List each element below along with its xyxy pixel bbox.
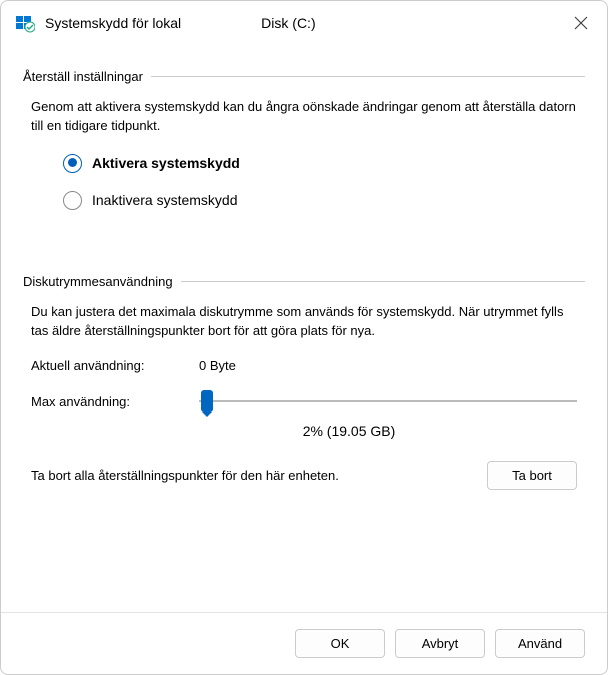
- content-area: Återställ inställningar Genom att aktive…: [1, 41, 607, 612]
- max-usage-row: Max användning:: [31, 389, 577, 413]
- radio-label: Inaktivera systemskydd: [92, 192, 238, 208]
- disk-usage-group: Diskutrymmesanvändning Du kan justera de…: [23, 274, 585, 499]
- disable-protection-radio[interactable]: Inaktivera systemskydd: [63, 191, 585, 210]
- disk-label: Disk (C:): [261, 15, 315, 31]
- restore-header-label: Återställ inställningar: [23, 69, 143, 84]
- divider: [151, 76, 585, 77]
- delete-row: Ta bort alla återställningspunkter för d…: [31, 461, 577, 490]
- restore-settings-group: Återställ inställningar Genom att aktive…: [23, 69, 585, 260]
- delete-button[interactable]: Ta bort: [487, 461, 577, 490]
- apply-button[interactable]: Använd: [495, 629, 585, 658]
- current-usage-value: 0 Byte: [199, 358, 236, 373]
- dialog-footer: OK Avbryt Använd: [1, 612, 607, 674]
- group-header: Återställ inställningar: [23, 69, 585, 84]
- system-protection-icon: [15, 13, 35, 33]
- current-usage-label: Aktuell användning:: [31, 358, 181, 373]
- current-usage-row: Aktuell användning: 0 Byte: [31, 358, 577, 373]
- ok-button[interactable]: OK: [295, 629, 385, 658]
- usage-header-label: Diskutrymmesanvändning: [23, 274, 173, 289]
- slider-thumb[interactable]: [201, 390, 213, 412]
- max-usage-slider[interactable]: [199, 389, 577, 413]
- slider-value-label: 2% (19.05 GB): [113, 423, 585, 439]
- enable-protection-radio[interactable]: Aktivera systemskydd: [63, 154, 585, 173]
- divider: [181, 281, 585, 282]
- slider-track: [199, 400, 577, 402]
- restore-description: Genom att aktivera systemskydd kan du ån…: [31, 98, 577, 136]
- usage-description: Du kan justera det maximala diskutrymme …: [31, 303, 577, 341]
- delete-description: Ta bort alla återställningspunkter för d…: [31, 468, 475, 483]
- protection-options: Aktivera systemskydd Inaktivera systemsk…: [63, 154, 585, 210]
- cancel-button[interactable]: Avbryt: [395, 629, 485, 658]
- titlebar: Systemskydd för lokal Disk (C:): [1, 1, 607, 41]
- radio-icon: [63, 154, 82, 173]
- window-title: Systemskydd för lokal: [45, 15, 181, 31]
- radio-icon: [63, 191, 82, 210]
- radio-label: Aktivera systemskydd: [92, 155, 240, 171]
- system-protection-dialog: Systemskydd för lokal Disk (C:) Återstäl…: [0, 0, 608, 675]
- close-button[interactable]: [569, 11, 593, 35]
- close-icon: [574, 16, 588, 30]
- max-usage-label: Max användning:: [31, 394, 181, 409]
- group-header: Diskutrymmesanvändning: [23, 274, 585, 289]
